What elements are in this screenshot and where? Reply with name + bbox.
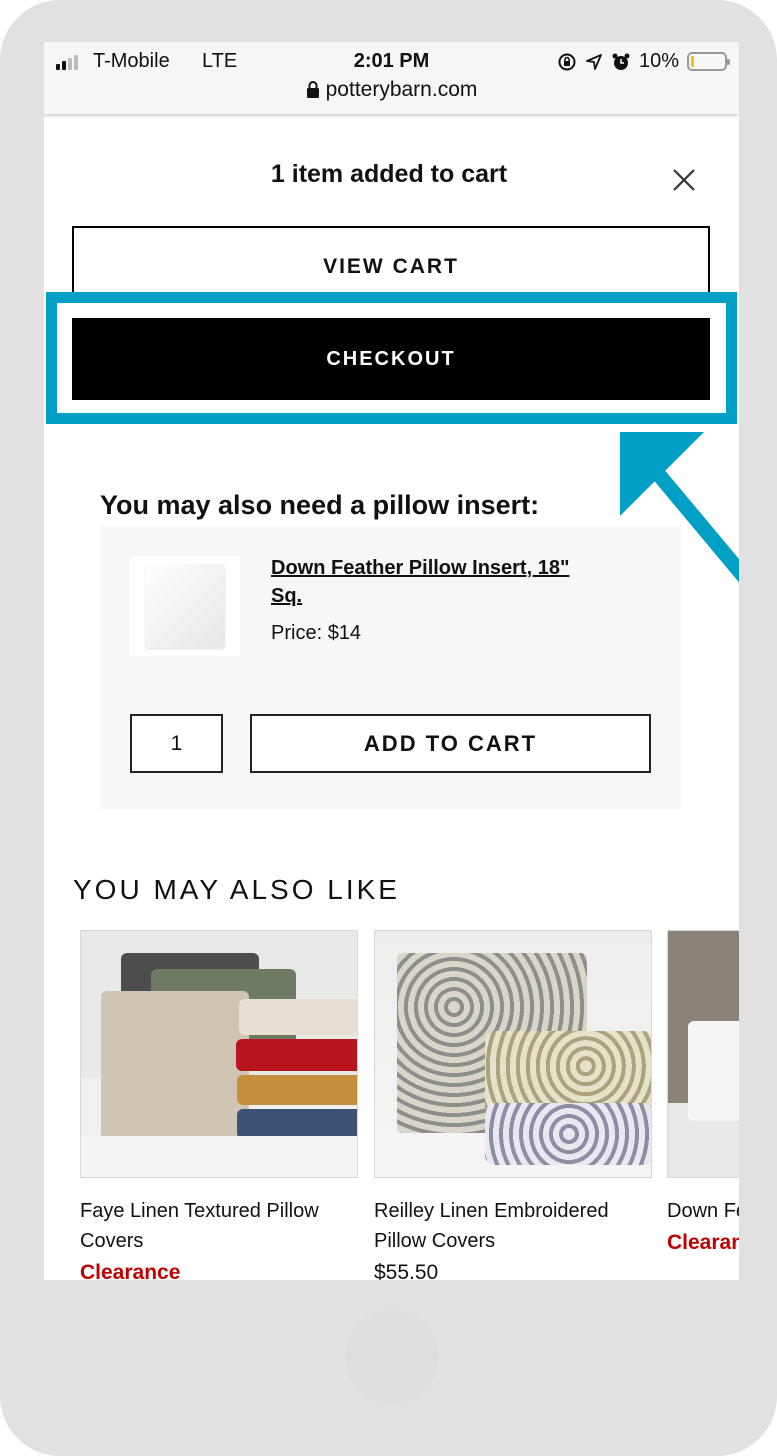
address-bar[interactable]: potterybarn.com [44, 78, 739, 102]
product-image[interactable] [374, 930, 652, 1178]
pillow-insert-thumbnail [145, 564, 225, 648]
alarm-icon [612, 53, 630, 70]
upsell-price-label: Price: [271, 622, 323, 644]
product-price: Clearance [80, 1261, 181, 1280]
upsell-price-value: $14 [327, 622, 362, 644]
product-card[interactable]: Reilley Linen Embroidered Pillow Covers … [374, 930, 652, 1280]
status-bar: T-Mobile LTE 2:01 PM 10% [44, 48, 739, 74]
phone-frame: T-Mobile LTE 2:01 PM 10% potterybarn.com… [0, 0, 777, 1456]
orientation-lock-icon [558, 53, 576, 70]
battery-icon [687, 52, 730, 71]
battery-level [691, 56, 694, 67]
status-right-group: 10% [557, 50, 730, 73]
modal-title: 1 item added to cart [270, 160, 508, 188]
phone-screen: T-Mobile LTE 2:01 PM 10% potterybarn.com… [44, 42, 739, 1280]
product-card[interactable]: Down Feather Pillow Insert Clearance [667, 930, 739, 1260]
product-name[interactable]: Faye Linen Textured Pillow Covers [80, 1196, 370, 1256]
product-price: Clearance [667, 1231, 739, 1254]
lock-icon [306, 81, 319, 98]
product-image[interactable] [80, 930, 358, 1178]
close-button[interactable] [668, 164, 700, 196]
home-button[interactable] [345, 1310, 439, 1404]
pointer-arrow-icon [620, 432, 739, 583]
also-like-heading: YOU MAY ALSO LIKE [73, 874, 400, 905]
product-name[interactable]: Down Feather Pillow Insert [667, 1196, 739, 1226]
view-cart-button[interactable]: VIEW CART [72, 226, 710, 296]
upsell-card: Down Feather Pillow Insert, 18" Sq. Pric… [100, 526, 681, 809]
checkout-button[interactable]: CHECKOUT [72, 318, 710, 400]
quantity-input[interactable]: 1 [130, 714, 223, 773]
product-name[interactable]: Reilley Linen Embroidered Pillow Covers [374, 1196, 664, 1256]
browser-top-bar: T-Mobile LTE 2:01 PM 10% potterybarn.com [44, 42, 739, 114]
add-to-cart-button[interactable]: ADD TO CART [250, 714, 651, 773]
upsell-product-link[interactable]: Down Feather Pillow Insert, 18" Sq. [271, 554, 591, 610]
battery-percent: 10% [638, 50, 679, 72]
url-text: potterybarn.com [325, 78, 478, 101]
location-arrow-icon [586, 53, 602, 70]
upsell-heading: You may also need a pillow insert: [100, 490, 540, 520]
product-image[interactable] [667, 930, 739, 1178]
upsell-price: Price: $14 [271, 622, 361, 645]
pillow-insert-image[interactable] [130, 556, 240, 656]
product-price: $55.50 [374, 1261, 439, 1280]
product-carousel[interactable]: Faye Linen Textured Pillow Covers Cleara… [80, 930, 739, 1280]
close-icon [673, 169, 695, 191]
product-card[interactable]: Faye Linen Textured Pillow Covers Cleara… [80, 930, 358, 1280]
